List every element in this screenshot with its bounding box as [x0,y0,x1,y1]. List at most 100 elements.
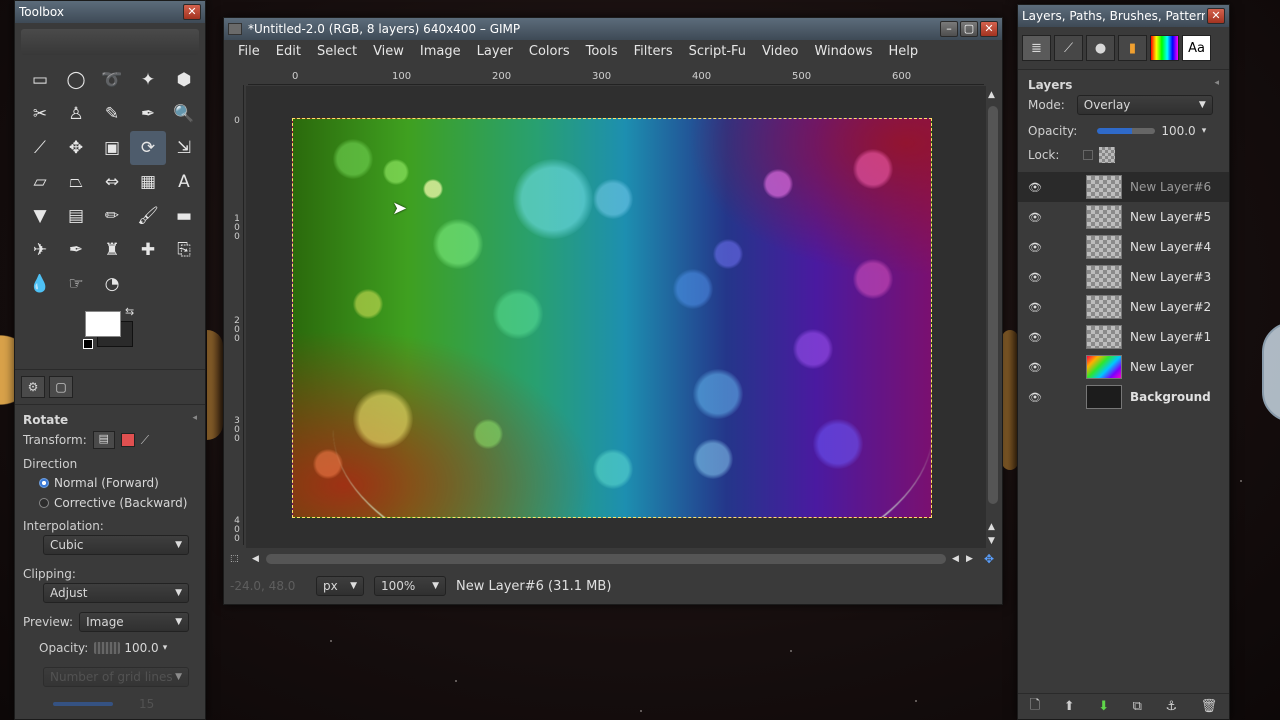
lower-layer-icon[interactable]: ⬇ [1098,699,1109,714]
interpolation-select[interactable]: Cubic ▼ [43,535,189,555]
spin-arrows-icon[interactable]: ▾ [1202,126,1207,136]
anchor-layer-icon[interactable]: ⚓ [1165,699,1177,714]
minimize-button[interactable]: – [940,21,958,37]
direction-normal-radio[interactable]: Normal (Forward) [23,473,197,493]
device-status-tab-icon[interactable]: ▢ [49,376,73,398]
image-window-titlebar[interactable]: *Untitled-2.0 (RGB, 8 layers) 640x400 – … [224,18,1002,40]
new-layer-icon[interactable]: 🗋 [1030,696,1040,718]
menu-file[interactable]: File [230,44,268,59]
layer-row[interactable]: 👁 New Layer#5 [1018,202,1229,232]
maximize-button[interactable]: ▢ [960,21,978,37]
horizontal-scroll-thumb[interactable] [266,554,946,564]
layer-row[interactable]: 👁 New Layer#1 [1018,322,1229,352]
patterns-tab-icon[interactable]: ▮ [1118,35,1147,61]
direction-corrective-radio[interactable]: Corrective (Backward) [23,493,197,513]
layer-row[interactable]: 👁 New Layer#6 [1018,172,1229,202]
toolbox-titlebar[interactable]: Toolbox ✕ [15,1,205,23]
menu-layer[interactable]: Layer [469,44,521,59]
eraser-icon[interactable]: ▬ [166,199,202,233]
layer-thumbnail[interactable] [1086,265,1122,289]
visibility-eye-icon[interactable]: 👁 [1028,331,1042,344]
visibility-eye-icon[interactable]: 👁 [1028,181,1042,194]
opacity-slider[interactable] [94,642,121,654]
quick-mask-icon[interactable]: ⬚ [230,554,239,564]
layer-thumbnail[interactable] [1086,205,1122,229]
layer-row[interactable]: 👁 Background [1018,382,1229,412]
cage-icon[interactable]: ▦ [130,165,166,199]
layer-name[interactable]: New Layer#5 [1130,210,1211,224]
scroll-left-icon[interactable]: ◀ [952,554,959,564]
rect-select-icon[interactable]: ▭ [22,63,58,97]
layer-thumbnail[interactable] [1086,325,1122,349]
crop-icon[interactable]: ▣ [94,131,130,165]
blend-icon[interactable]: ▤ [58,199,94,233]
scale-icon[interactable]: ⇲ [166,131,202,165]
preview-select[interactable]: Image ▼ [79,612,190,632]
visibility-eye-icon[interactable]: 👁 [1028,271,1042,284]
tool-options-tab-icon[interactable]: ⚙ [21,376,45,398]
duplicate-layer-icon[interactable]: ⧉ [1133,699,1142,714]
scroll-up-icon[interactable]: ▲ [988,522,995,532]
panel-menu-icon[interactable]: ◂ [1214,78,1219,92]
smudge-icon[interactable]: ☞ [58,267,94,301]
airbrush-icon[interactable]: ✈ [22,233,58,267]
perspective-icon[interactable]: ⏢ [58,165,94,199]
zoom-icon[interactable]: 🔍 [166,97,202,131]
layer-name[interactable]: New Layer [1130,360,1193,374]
menu-view[interactable]: View [365,44,412,59]
foreground-select-icon[interactable]: ♙ [58,97,94,131]
panel-menu-icon[interactable]: ◂ [192,413,197,427]
fuzzy-select-icon[interactable]: ✦ [130,63,166,97]
layer-name[interactable]: New Layer#2 [1130,300,1211,314]
close-button[interactable]: ✕ [183,4,201,20]
paths-icon[interactable]: ✎ [94,97,130,131]
layer-thumbnail[interactable] [1086,295,1122,319]
clipping-select[interactable]: Adjust ▼ [43,583,189,603]
reset-colors-icon[interactable] [83,339,93,349]
delete-layer-icon[interactable]: 🗑 [1201,699,1218,714]
visibility-eye-icon[interactable]: 👁 [1028,361,1042,374]
layer-row[interactable]: 👁 New Layer#3 [1018,262,1229,292]
perspective-clone-icon[interactable]: ⎘ [166,233,202,267]
menu-windows[interactable]: Windows [806,44,880,59]
menu-tools[interactable]: Tools [578,44,626,59]
flip-icon[interactable]: ⇔ [94,165,130,199]
raise-layer-icon[interactable]: ⬆ [1064,699,1075,714]
brushes-tab-icon[interactable]: ● [1086,35,1115,61]
layer-thumbnail[interactable] [1086,175,1122,199]
transform-layer-icon[interactable]: ▤ [92,431,115,449]
select-by-color-icon[interactable]: ⬢ [166,63,202,97]
layer-row[interactable]: 👁 New Layer#2 [1018,292,1229,322]
menu-colors[interactable]: Colors [521,44,578,59]
spin-arrows-icon[interactable]: ▾ [163,643,168,653]
heal-icon[interactable]: ✚ [130,233,166,267]
fonts-tab-icon[interactable]: Aa [1182,35,1211,61]
layer-name[interactable]: New Layer#6 [1130,180,1211,194]
vertical-scroll-thumb[interactable] [988,106,998,504]
pencil-icon[interactable]: ✏ [94,199,130,233]
visibility-eye-icon[interactable]: 👁 [1028,391,1042,404]
close-button[interactable]: ✕ [980,21,998,37]
swap-colors-icon[interactable]: ⇆ [125,305,134,318]
vertical-ruler[interactable]: 0 1 0 0 2 0 0 3 0 0 4 0 0 [230,85,244,545]
scroll-left-icon[interactable]: ◀ [252,554,259,564]
measure-icon[interactable]: ⟋ [22,131,58,165]
bucket-fill-icon[interactable]: ▼ [22,199,58,233]
layer-thumbnail[interactable] [1086,235,1122,259]
menu-video[interactable]: Video [754,44,806,59]
visibility-eye-icon[interactable]: 👁 [1028,211,1042,224]
transform-selection-icon[interactable] [120,433,135,447]
scissors-icon[interactable]: ✂ [22,97,58,131]
visibility-eye-icon[interactable]: 👁 [1028,301,1042,314]
lasso-icon[interactable]: ➰ [94,63,130,97]
menu-help[interactable]: Help [880,44,926,59]
menu-filters[interactable]: Filters [626,44,681,59]
paintbrush-icon[interactable]: 🖌 [130,199,166,233]
visibility-eye-icon[interactable]: 👁 [1028,241,1042,254]
layer-name[interactable]: Background [1130,390,1211,404]
opacity-spinner[interactable]: 100.0 ▾ [94,641,167,655]
layer-mode-select[interactable]: Overlay ▼ [1076,95,1213,115]
layer-name[interactable]: New Layer#3 [1130,270,1211,284]
canvas-area[interactable]: ➤ [246,86,986,548]
layer-row[interactable]: 👁 New Layer#4 [1018,232,1229,262]
